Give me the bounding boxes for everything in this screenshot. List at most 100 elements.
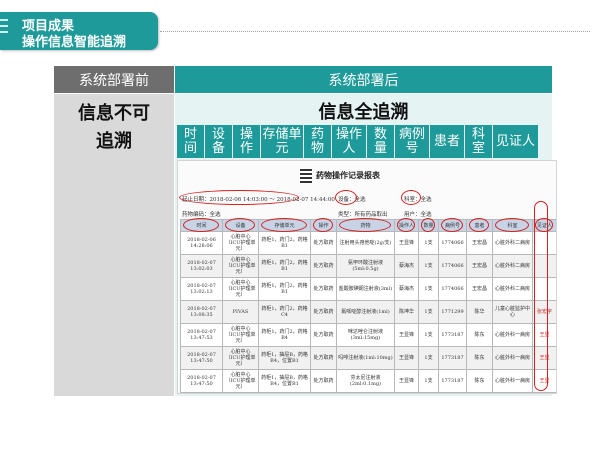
- report-title: 药物操作记录报表: [316, 170, 380, 180]
- report-cell: 心脏外科一病房: [492, 346, 533, 370]
- report-cell: 陈东: [466, 369, 493, 393]
- highlight-date-oval: [179, 190, 299, 205]
- report-cell: 心脏中心（ICU护理单元）: [222, 369, 259, 393]
- report-cell: 1773187: [438, 346, 467, 370]
- report-cell: 蔡海杰: [394, 277, 419, 301]
- report-cell: 2018-02-07 13:08:35: [180, 300, 223, 324]
- report-cell: 心脏外科一病房: [492, 323, 533, 347]
- header-divider: [160, 31, 590, 32]
- report-cell: 药柜1，药门2，药格B1: [258, 277, 311, 301]
- report-row: 2018-02-07 13:47:53 心脏中心（ICU护理单元） 药柜1，药门2，…: [180, 323, 556, 347]
- field-chip: 时间: [177, 125, 204, 158]
- report-cell: 氟哌啶醇注射液(1ml): [336, 300, 395, 324]
- report-cell: 2018-02-07 13:02:03: [180, 254, 223, 278]
- report-cell: 心脏中心（ICU护理单元）: [222, 231, 259, 255]
- report-cell: 心脏外科二病房: [492, 231, 533, 255]
- highlight-header-oval: [397, 218, 415, 232]
- report-cell: 1支: [418, 300, 439, 324]
- field-chip: 数量: [367, 125, 394, 158]
- report-cell: 王显锋: [394, 231, 419, 255]
- report-table: 时间 设备 存储单元 操作 药物 操作人 数量 病例号 患者 科室 见证人 20…: [180, 219, 556, 393]
- highlight-device-oval: [335, 190, 357, 205]
- highlight-header-oval: [441, 218, 463, 232]
- field-chip: 操作人: [332, 125, 366, 158]
- report-cell: 1774066: [438, 277, 467, 301]
- report-cell: 王显锋: [394, 369, 419, 393]
- highlight-header-oval: [495, 218, 529, 232]
- highlight-header-oval: [421, 218, 435, 232]
- report-row: 2018-02-07 13:02:13 心脏中心（ICU护理单元） 药柜1，药门2，…: [180, 277, 556, 301]
- report-cell: 心脏外科二病房: [492, 254, 533, 278]
- report-icon: [300, 169, 312, 183]
- report-cell: 药柜1，药门2，药格B1: [258, 231, 311, 255]
- report-cell: 蔡海杰: [394, 254, 419, 278]
- report-row: 2018-02-07 13:08:35 PIVAS 药柜1，药门2，药格C4 处方取药…: [180, 300, 556, 324]
- report-cell: 2018-02-06 14:28:06: [180, 231, 223, 255]
- highlight-department-oval: [401, 190, 421, 205]
- report-cell: 陈华: [466, 300, 493, 324]
- highlight-header-oval: [469, 218, 489, 232]
- report-cell: 处方取药: [310, 277, 337, 301]
- report-cell: 1支: [418, 277, 439, 301]
- report-cell: 氨甲环酸注射液(5ml:0.5g): [336, 254, 395, 278]
- report-cell: 1支: [418, 323, 439, 347]
- report-cell: 处方取药: [310, 346, 337, 370]
- report-cell: 1773187: [438, 369, 467, 393]
- report-cell: 1支: [418, 346, 439, 370]
- report-cell: 2018-02-07 13:02:13: [180, 277, 223, 301]
- field-chip: 操作: [233, 125, 260, 158]
- report-cell: 盐酸胺碘酮注射液(3ml): [336, 277, 395, 301]
- report-row: 2018-02-06 14:28:06 心脏中心（ICU护理单元） 药柜1，药门2，…: [180, 231, 556, 255]
- report-screenshot: 药物操作记录报表 起止日期：2018-02-06 14:03:00 ～ 2018…: [177, 160, 557, 394]
- report-cell: 1771299: [438, 300, 467, 324]
- menu-icon: [0, 19, 10, 47]
- report-type: 类型：所有药品取出: [338, 212, 388, 218]
- report-cell: 1774066: [438, 254, 467, 278]
- report-cell: 心脏中心（ICU护理单元）: [222, 323, 259, 347]
- section-badge: 项目成果 操作信息智能追溯: [0, 12, 158, 50]
- report-cell: 2018-02-07 13:47:53: [180, 323, 223, 347]
- section-subtitle: 操作信息智能追溯: [22, 35, 127, 50]
- field-chip: 见证人: [493, 125, 538, 158]
- report-row: 2018-02-07 13:47:50 心脏中心（ICU护理单元） 药柜1，抽屉B，…: [180, 369, 556, 393]
- report-cell: 1支: [418, 231, 439, 255]
- field-chip: 存储单元: [261, 125, 303, 158]
- highlight-header-oval: [261, 218, 307, 232]
- report-cell: 王宏昌: [466, 277, 493, 301]
- after-heading: 系统部署后: [175, 66, 552, 93]
- report-cell: 王宏昌: [466, 231, 493, 255]
- report-cell: 处方取药: [310, 231, 337, 255]
- report-cell: 药柜1，药门2，药格C4: [258, 300, 311, 324]
- report-cell: 陈坤华: [394, 300, 419, 324]
- report-cell: 王显锋: [394, 323, 419, 347]
- report-cell: 1773187: [438, 323, 467, 347]
- field-chip: 病例号: [395, 125, 429, 158]
- report-cell: 1774066: [438, 231, 467, 255]
- highlight-header-oval: [225, 218, 255, 232]
- field-chip: 药物: [304, 125, 331, 158]
- report-cell: 1支: [418, 369, 439, 393]
- after-description: 信息全追溯: [318, 102, 409, 123]
- report-cell: 心脏中心（ICU护理单元）: [222, 277, 259, 301]
- report-cell: 处方取药: [310, 254, 337, 278]
- report-cell: 心脏外科二病房: [492, 277, 533, 301]
- report-drug: 药物编码：全选: [182, 212, 221, 218]
- report-cell: 心脏外科一病房: [492, 369, 533, 393]
- report-cell: PIVAS: [222, 300, 259, 324]
- highlight-header-oval: [183, 218, 219, 232]
- report-cell: 药柜1，药门2，药格B4: [258, 323, 311, 347]
- report-cell: 处方取药: [310, 323, 337, 347]
- report-cell: 儿童心脏监护中心: [492, 300, 533, 324]
- report-cell: 陈东: [466, 346, 493, 370]
- report-cell: 药柜1，药门2，药格B1: [258, 254, 311, 278]
- report-cell: 2018-02-07 13:47:50: [180, 369, 223, 393]
- report-cell: 王显锋: [394, 346, 419, 370]
- report-cell: 1支: [418, 254, 439, 278]
- report-cell: 心脏中心（ICU护理单元）: [222, 254, 259, 278]
- field-chip: 设备: [205, 125, 232, 158]
- report-cell: 注射用头孢他啶(2g/支): [336, 231, 395, 255]
- report-row: 2018-02-07 13:02:03 心脏中心（ICU护理单元） 药柜1，药门2，…: [180, 254, 556, 278]
- report-user: 用户：全选: [404, 212, 432, 218]
- report-cell: 王宏昌: [466, 254, 493, 278]
- report-cell: 吗啡注射液(1ml:10mg): [336, 346, 395, 370]
